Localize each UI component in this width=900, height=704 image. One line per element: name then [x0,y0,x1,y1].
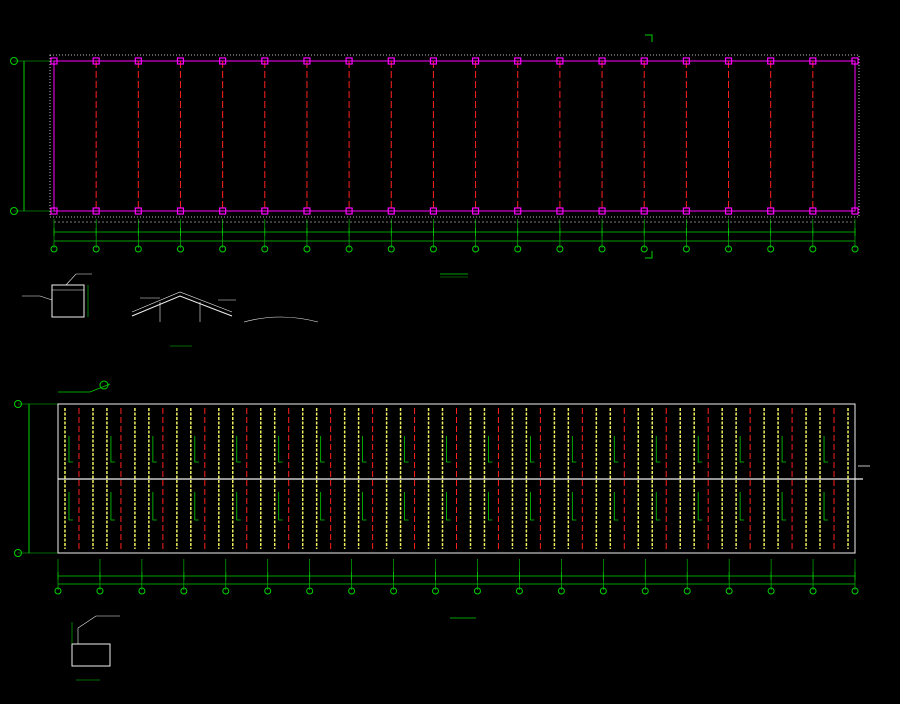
leader-line [58,383,111,393]
brace-mark-lower [236,492,241,521]
corner-mark-top [645,34,653,42]
brace-mark-lower [781,492,787,521]
detail-sections [22,273,319,681]
brace-mark-lower [655,492,661,521]
brace-mark-lower [823,492,829,521]
brace-mark-upper [655,436,661,463]
corner-mark-bottom [645,251,653,259]
brace-mark-upper [194,436,199,463]
brace-mark-lower [278,492,283,521]
brace-mark-upper [697,436,703,463]
brace-mark-lower [110,492,115,521]
brace-mark-lower [320,492,325,521]
brace-mark-lower [529,492,535,521]
brace-mark-lower [613,492,619,521]
column-section-leader-left [22,295,53,301]
ridge-section-profile-2 [131,291,233,313]
brace-mark-upper [362,436,367,463]
brace-mark-lower [362,492,367,521]
brace-mark-upper [529,436,535,463]
gutter-section-box [71,643,111,667]
brace-mark-lower [194,492,199,521]
brace-mark-upper [781,436,787,463]
brace-mark-upper [488,436,493,463]
frame-outline [53,60,856,212]
brace-mark-lower [739,492,745,521]
column-section-leader [65,273,92,286]
brace-mark-upper [823,436,829,463]
brace-mark-upper [404,436,409,463]
brace-mark-upper [110,436,115,463]
brace-mark-upper [571,436,577,463]
brace-mark-lower [488,492,493,521]
building-outline [49,54,860,218]
brace-mark-lower [697,492,703,521]
brace-mark-lower [68,492,73,521]
brace-mark-lower [446,492,451,521]
gutter-section-leader [77,615,120,644]
brace-mark-upper [68,436,73,463]
brace-mark-lower [404,492,409,521]
brace-mark-upper [613,436,619,463]
brace-mark-upper [152,436,157,463]
brace-mark-upper [236,436,241,463]
brace-mark-upper [739,436,745,463]
brace-mark-upper [446,436,451,463]
brace-mark-upper [320,436,325,463]
cad-drawing [10,34,870,681]
brace-mark-lower [152,492,157,521]
ridge-section-arc [243,316,319,323]
cad-drawing-canvas [0,0,900,700]
brace-mark-upper [278,436,283,463]
roof-purlin-plan [14,380,870,619]
column-layout-plan [10,34,860,278]
brace-mark-lower [571,492,577,521]
